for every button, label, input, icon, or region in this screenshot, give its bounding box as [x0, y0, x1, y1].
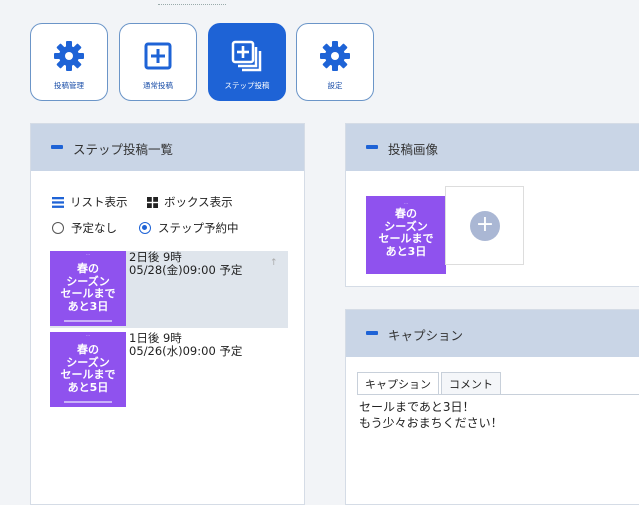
tool-normal-post-button[interactable]: 通常投稿 — [119, 23, 197, 101]
minus-icon[interactable] — [366, 145, 378, 149]
tool-label: 通常投稿 — [143, 81, 173, 90]
thumb-text: 春の シーズン セールまで あと3日 — [60, 262, 116, 313]
item-schedule: 05/28(金)09:00 予定 — [129, 263, 243, 277]
scroll-up-arrow-icon[interactable]: ↑ — [270, 258, 278, 268]
thumb-small-print: ··· — [86, 333, 90, 338]
tab-comment[interactable]: コメント — [441, 372, 501, 394]
list-view-toggle[interactable]: リスト表示 — [52, 194, 128, 210]
caption-textarea[interactable]: セールまであと3日！ もう少々おまちください！ — [359, 399, 503, 431]
panel-header: 投稿画像 — [346, 124, 639, 171]
plus-square-icon — [144, 42, 172, 70]
radio-label: 予定なし — [71, 221, 117, 235]
thumb-divider — [64, 320, 112, 322]
post-thumbnail: ··· 春の シーズン セールまで あと5日 — [50, 332, 126, 407]
image-area: ··· 春の シーズン セールまで あと3日 + — [346, 171, 639, 286]
panel-header: キャプション — [346, 310, 639, 357]
tool-settings-button[interactable]: 設定 — [296, 23, 374, 101]
thumb-text: 春の シーズン セールまで あと3日 — [378, 207, 434, 258]
stacked-plus-icon — [231, 40, 262, 72]
post-thumbnail: ··· 春の シーズン セールまで あと3日 — [50, 251, 126, 326]
list-icon — [52, 196, 64, 208]
box-view-label: ボックス表示 — [164, 195, 233, 209]
caption-area: キャプション コメント セールまであと3日！ もう少々おまちください！ — [346, 357, 639, 504]
panel-header: ステップ投稿一覧 — [31, 124, 304, 171]
item-text: 2日後 9時 05/28(金)09:00 予定 — [129, 251, 242, 277]
add-image-button[interactable]: + — [445, 186, 524, 265]
item-schedule: 05/26(水)09:00 予定 — [129, 344, 243, 358]
top-divider — [158, 4, 226, 5]
panel-title: 投稿画像 — [388, 142, 439, 157]
radio-circle — [52, 222, 64, 234]
grid-icon — [147, 196, 158, 208]
thumb-divider — [64, 401, 112, 403]
tool-step-post-button[interactable]: ステップ投稿 — [208, 23, 286, 101]
thumb-small-print: ··· — [86, 252, 90, 257]
tool-label: 設定 — [327, 81, 343, 90]
list-item[interactable]: ··· 春の シーズン セールまで あと5日 1日後 9時 05/26(水)09… — [50, 332, 288, 409]
plus-circle-icon: + — [470, 211, 500, 241]
post-image-panel: 投稿画像 ··· 春の シーズン セールまで あと3日 + — [345, 123, 639, 287]
list-view-label: リスト表示 — [70, 195, 128, 209]
radio-label: ステップ予約中 — [158, 221, 239, 235]
tab-divider — [357, 394, 639, 395]
gear-icon — [54, 41, 84, 71]
panel-title: ステップ投稿一覧 — [73, 142, 174, 157]
tool-label: 投稿管理 — [54, 81, 84, 90]
thumb-text: 春の シーズン セールまで あと5日 — [60, 343, 116, 394]
gear-icon — [320, 41, 350, 71]
list-item[interactable]: ··· 春の シーズン セールまで あと3日 2日後 9時 05/28(金)09… — [50, 251, 288, 328]
radio-step-scheduled[interactable]: ステップ予約中 — [139, 220, 239, 236]
minus-icon[interactable] — [51, 145, 63, 149]
box-view-toggle[interactable]: ボックス表示 — [147, 194, 233, 210]
step-list-panel: ステップ投稿一覧 リスト表示 ボックス表示 予定なし ステップ予約中 ··· 春… — [30, 123, 305, 505]
tool-post-management-button[interactable]: 投稿管理 — [30, 23, 108, 101]
panel-title: キャプション — [388, 328, 464, 343]
radio-no-schedule[interactable]: 予定なし — [52, 220, 117, 236]
radio-circle-selected — [139, 222, 151, 234]
caption-tabs: キャプション コメント — [357, 372, 503, 394]
item-text: 1日後 9時 05/26(水)09:00 予定 — [129, 332, 242, 358]
minus-icon[interactable] — [366, 331, 378, 335]
tool-label: ステップ投稿 — [224, 81, 270, 90]
caption-panel: キャプション キャプション コメント セールまであと3日！ もう少々おまちくださ… — [345, 309, 639, 505]
post-image-thumbnail[interactable]: ··· 春の シーズン セールまで あと3日 — [366, 196, 446, 274]
tab-caption[interactable]: キャプション — [357, 372, 439, 394]
